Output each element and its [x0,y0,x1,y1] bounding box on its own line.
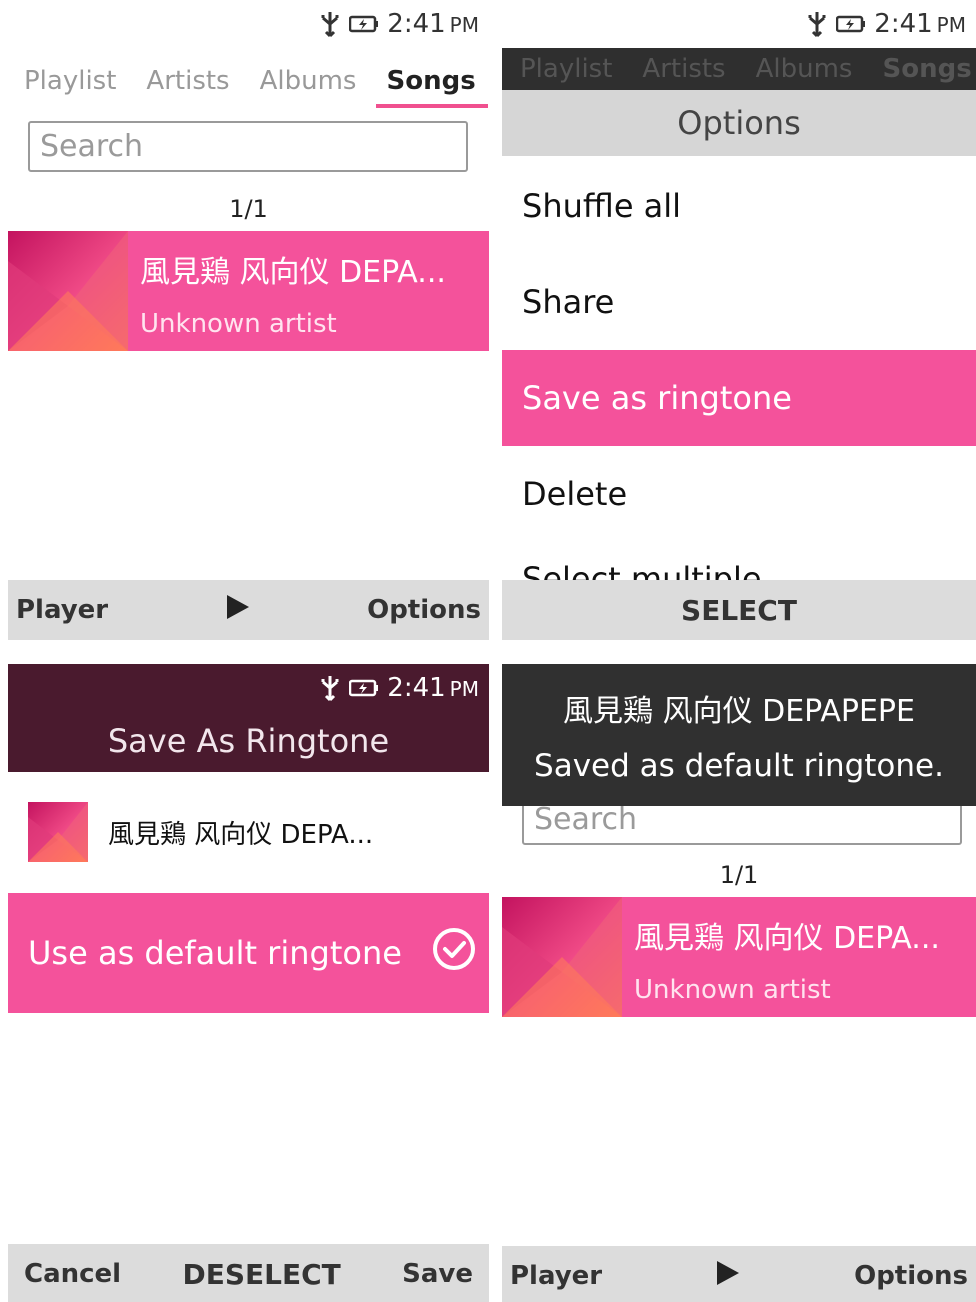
song-title: 風見鶏 风向仪 DEPA... [634,921,940,956]
save-ringtone-screen: 2:41 PM Save As Ringtone 風見鶏 风向仪 DEPA... … [8,664,489,1302]
song-count: 1/1 [229,195,268,223]
softkey-bar: Player Options [8,580,489,640]
selected-song: 風見鶏 风向仪 DEPA... [28,802,373,862]
softkey-bar: Player Options [502,1246,976,1302]
play-icon[interactable] [715,1259,741,1294]
tab-bar: Playlist Artists Albums Songs [8,60,489,108]
search-input[interactable]: Search [28,121,468,172]
song-title: 風見鶏 风向仪 DEPA... [140,255,446,290]
softkey-cancel[interactable]: Cancel [24,1259,121,1289]
song-artist: Unknown artist [634,975,831,1005]
toast-message: Saved as default ringtone. [534,748,944,784]
album-art [28,802,88,862]
clock: 2:41 PM [387,9,479,39]
song-title: 風見鶏 风向仪 DEPA... [108,819,374,850]
tab-songs[interactable]: Songs [376,66,488,108]
song-list-item[interactable]: 風見鶏 风向仪 DEPA... Unknown artist [502,897,976,1017]
menu-item-share[interactable]: Share [502,254,976,350]
checkmark-circle-icon[interactable] [431,926,477,980]
toast-notification: 風見鶏 风向仪 DEPAPEPE Saved as default ringto… [502,664,976,806]
menu-item-shuffle-all[interactable]: Shuffle all [502,158,976,254]
tab-artists: Artists [642,54,726,84]
status-bar: 2:41 PM [8,664,489,712]
softkey-left-player[interactable]: Player [16,595,108,625]
softkey-left-player[interactable]: Player [510,1261,602,1291]
song-count: 1/1 [719,861,759,889]
saved-confirmation-screen: 風見鶏 风向仪 DEPAPEPE Saved as default ringto… [502,664,976,1302]
softkey-deselect[interactable]: DESELECT [182,1258,340,1291]
status-bar: 2:41 PM [502,0,976,48]
options-header: Options [502,90,976,156]
battery-charging-icon [349,678,379,698]
song-list-item[interactable]: 風見鶏 风向仪 DEPA... Unknown artist [8,231,489,351]
toast-song-title: 風見鶏 风向仪 DEPAPEPE [563,694,915,729]
play-icon[interactable] [225,593,251,628]
menu-item-delete[interactable]: Delete [502,446,976,542]
usb-icon [319,674,341,702]
default-ringtone-label: Use as default ringtone [28,934,402,972]
album-art [502,897,622,1017]
album-art [8,231,128,351]
softkey-bar: Cancel DESELECT Save [8,1244,489,1302]
clock: 2:41 PM [387,673,479,703]
status-bar: 2:41 PM [8,0,489,48]
songs-screen: 2:41 PM Playlist Artists Albums Songs Sea… [8,0,489,640]
softkey-bar: SELECT [502,580,976,640]
softkey-save[interactable]: Save [402,1259,473,1289]
softkey-right-options[interactable]: Options [854,1261,968,1291]
options-menu-screen: 2:41 PM Playlist Artists Albums Songs Opt… [502,0,976,640]
page-title: Save As Ringtone [107,722,390,760]
tab-albums[interactable]: Albums [260,66,357,102]
softkey-right-options[interactable]: Options [367,595,481,625]
dimmed-tab-bar: Playlist Artists Albums Songs [502,48,976,90]
battery-charging-icon [836,14,866,34]
softkey-select[interactable]: SELECT [681,594,797,627]
usb-icon [806,10,828,38]
usb-icon [319,10,341,38]
clock: 2:41 PM [874,9,966,39]
menu-item-save-as-ringtone[interactable]: Save as ringtone [502,350,976,446]
battery-charging-icon [349,14,379,34]
default-ringtone-option[interactable]: Use as default ringtone [8,893,489,1013]
tab-artists[interactable]: Artists [146,66,229,102]
tab-playlist: Playlist [520,54,613,84]
tab-songs: Songs [882,54,972,84]
tab-playlist[interactable]: Playlist [24,66,116,102]
header: 2:41 PM Save As Ringtone [8,664,489,772]
song-artist: Unknown artist [140,309,337,339]
tab-albums: Albums [755,54,853,84]
